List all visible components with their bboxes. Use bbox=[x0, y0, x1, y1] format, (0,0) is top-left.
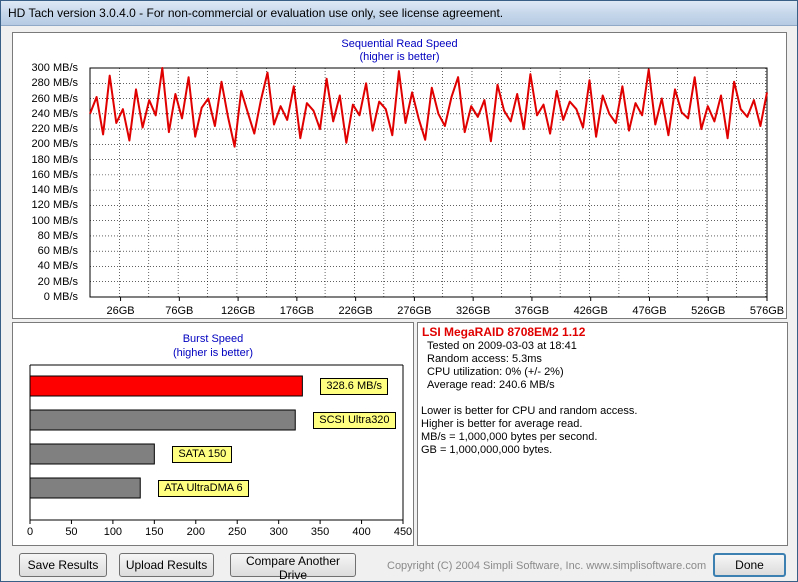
burst-bar-reference bbox=[29, 443, 155, 465]
burst-x-tick-label: 50 bbox=[65, 526, 78, 538]
burst-bar-reference bbox=[29, 409, 296, 431]
drive-info-panel: LSI MegaRAID 8708EM2 1.12 Tested on 2009… bbox=[417, 322, 788, 546]
burst-x-tick-label: 250 bbox=[228, 526, 247, 538]
burst-bar-label: ATA UltraDMA 6 bbox=[158, 480, 249, 497]
sequential-read-panel: Sequential Read Speed (higher is better)… bbox=[12, 32, 787, 319]
burst-x-tick-label: 100 bbox=[103, 526, 123, 538]
burst-bar-label: SATA 150 bbox=[172, 446, 233, 463]
tested-date: Tested on 2009-03-03 at 18:41 bbox=[427, 340, 577, 352]
hdtach-window: HD Tach version 3.0.4.0 - For non-commer… bbox=[0, 0, 798, 582]
burst-bar-label: 328.6 MB/s bbox=[320, 378, 388, 395]
average-read: Average read: 240.6 MB/s bbox=[427, 379, 555, 391]
note-gb-def: GB = 1,000,000,000 bytes. bbox=[421, 444, 553, 456]
burst-x-tick-label: 150 bbox=[145, 526, 164, 538]
done-button[interactable]: Done bbox=[713, 553, 786, 577]
save-results-button[interactable]: Save Results bbox=[19, 553, 107, 577]
burst-bar-reference bbox=[29, 477, 141, 499]
burst-speed-panel: Burst Speed (higher is better) 328.6 MB/… bbox=[12, 322, 414, 546]
burst-x-tick-label: 200 bbox=[186, 526, 205, 538]
window-title: HD Tach version 3.0.4.0 - For non-commer… bbox=[8, 6, 504, 20]
burst-x-tick-label: 350 bbox=[310, 526, 330, 538]
copyright-text: Copyright (C) 2004 Simpli Software, Inc.… bbox=[387, 560, 707, 572]
cpu-utilization: CPU utilization: 0% (+/- 2%) bbox=[427, 366, 564, 378]
compare-drive-button[interactable]: Compare Another Drive bbox=[230, 553, 356, 582]
note-mbs-def: MB/s = 1,000,000 bytes per second. bbox=[421, 431, 598, 443]
burst-x-tick-label: 300 bbox=[269, 526, 288, 538]
burst-x-tick-label: 400 bbox=[352, 526, 371, 538]
note-higher-better: Higher is better for average read. bbox=[421, 418, 583, 430]
upload-results-button[interactable]: Upload Results bbox=[119, 553, 214, 577]
note-lower-better: Lower is better for CPU and random acces… bbox=[421, 405, 638, 417]
burst-x-tick-label: 450 bbox=[393, 526, 413, 538]
random-access: Random access: 5.3ms bbox=[427, 353, 542, 365]
burst-plot-area bbox=[29, 364, 404, 524]
burst-bar-label: SCSI Ultra320 bbox=[313, 412, 396, 429]
drive-name: LSI MegaRAID 8708EM2 1.12 bbox=[422, 325, 586, 339]
title-bar[interactable]: HD Tach version 3.0.4.0 - For non-commer… bbox=[1, 1, 797, 26]
read-plot-area bbox=[89, 67, 768, 301]
burst-x-tick-label: 0 bbox=[26, 526, 34, 538]
burst-bar-tested bbox=[29, 375, 303, 397]
